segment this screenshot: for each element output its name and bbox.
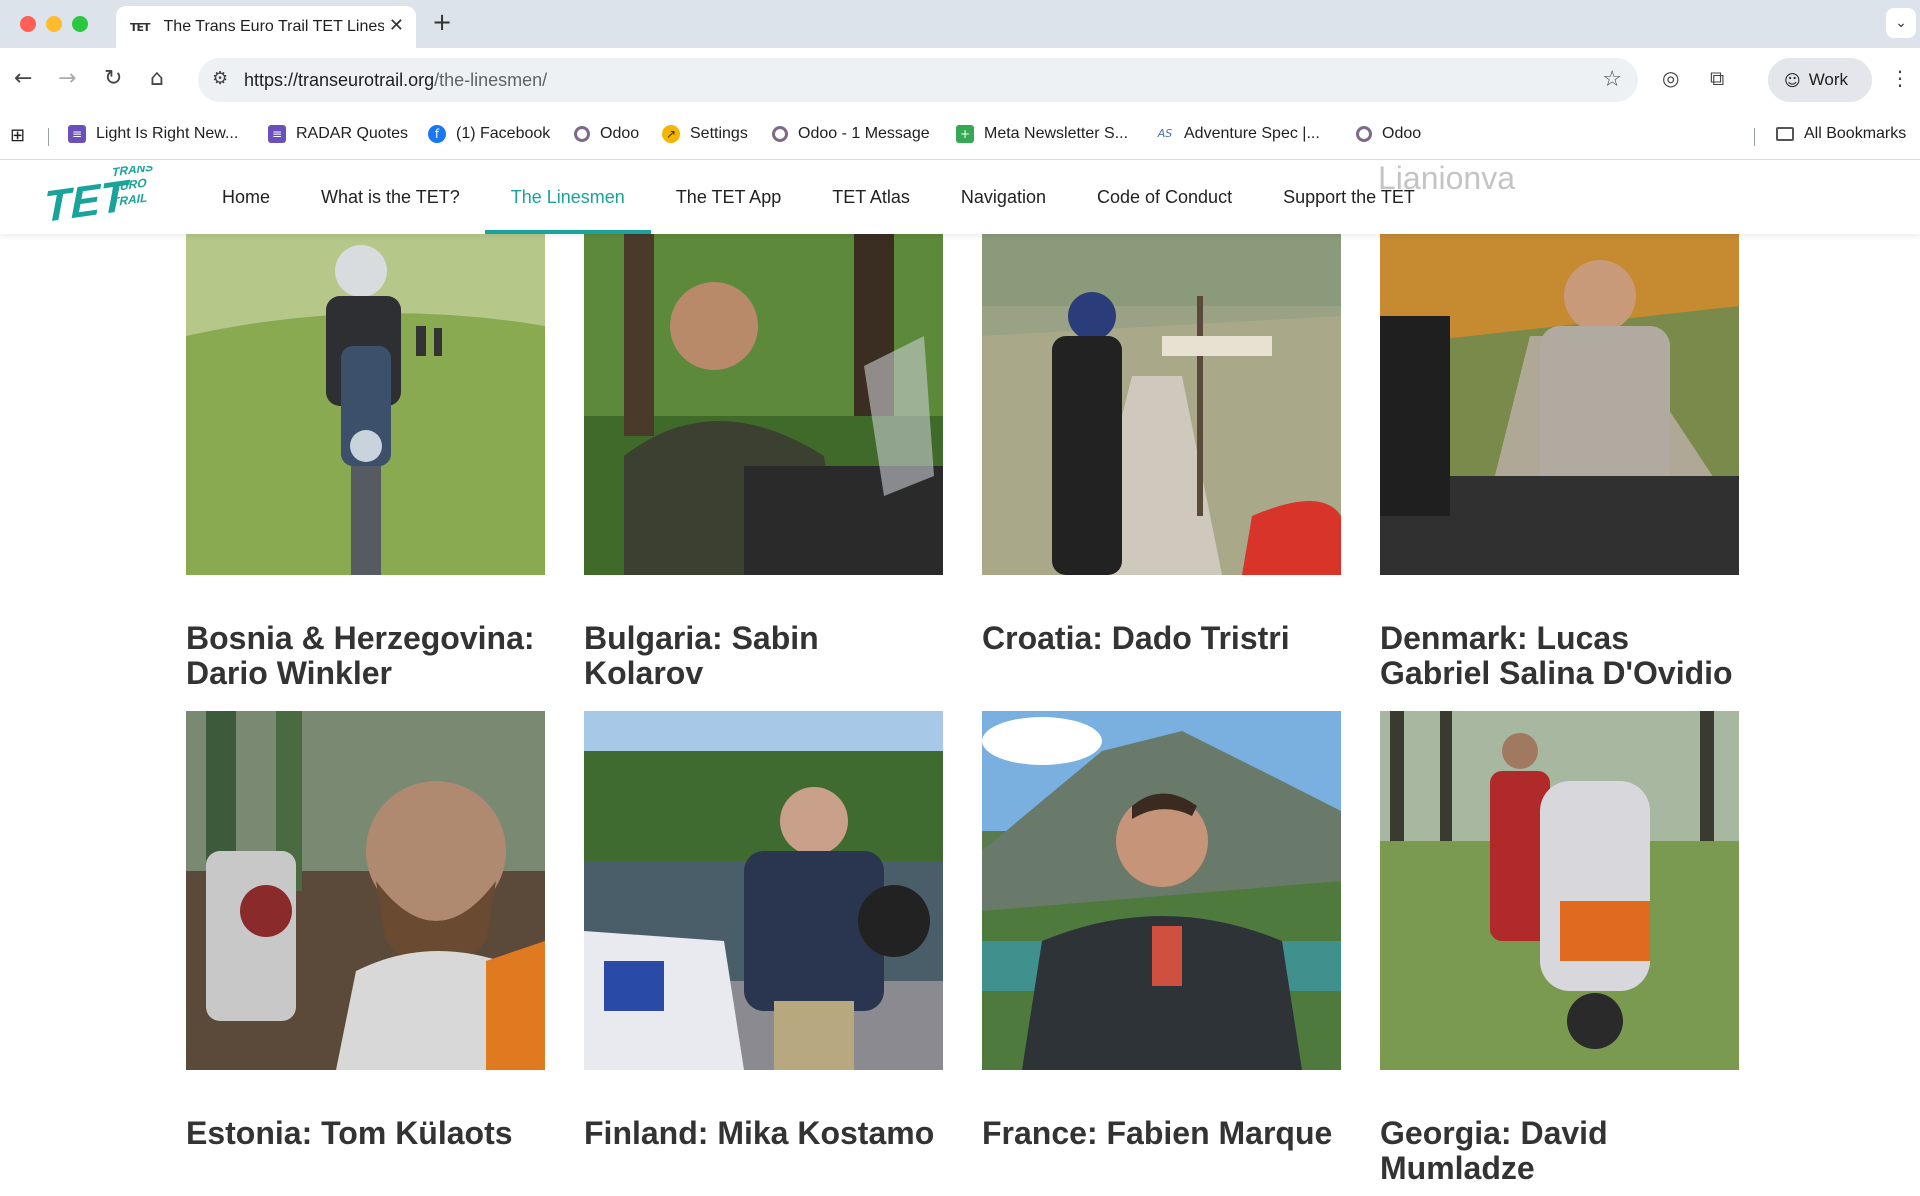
linesman-photo[interactable] — [186, 711, 545, 1070]
tab-search-chevron-icon[interactable]: ⌄ — [1886, 8, 1916, 38]
tab-title: The Trans Euro Trail TET Linesmen — [163, 18, 384, 35]
back-arrow-icon[interactable]: ← — [14, 66, 32, 91]
linesman-card[interactable]: France: Fabien Marque — [982, 711, 1341, 1151]
new-tab-plus-icon[interactable]: + — [432, 8, 452, 36]
bookmarks-bar: ⊞ ≡ Light Is Right New... ≡ RADAR Quotes f… — [0, 112, 1920, 160]
linesman-title[interactable]: Finland: Mika Kostamo — [584, 1116, 943, 1151]
linesman-title[interactable]: Denmark: Lucas Gabriel Salina D'Ovidio — [1380, 621, 1739, 691]
all-bookmarks-button[interactable]: All Bookmarks — [1776, 125, 1906, 143]
linesman-photo[interactable] — [1380, 711, 1739, 1070]
apps-grid-icon[interactable]: ⊞ — [10, 125, 25, 146]
linesman-title[interactable]: France: Fabien Marque — [982, 1116, 1341, 1151]
main-nav: Home What is the TET? The Linesmen The T… — [222, 160, 1466, 234]
linesman-title[interactable]: Estonia: Tom Külaots — [186, 1116, 545, 1151]
browser-menu-icon[interactable]: ⋮ — [1890, 66, 1910, 90]
browser-tabstrip: TET The Trans Euro Trail TET Linesmen ✕ … — [0, 0, 1920, 48]
list-icon: ≡ — [68, 125, 86, 143]
maximize-window-button[interactable] — [72, 16, 88, 32]
as-icon: AS — [1157, 127, 1173, 140]
bookmark-star-icon[interactable]: ☆ — [1602, 67, 1622, 92]
url-path: /the-linesmen/ — [434, 70, 548, 90]
bookmark-odoo[interactable]: Odoo — [574, 125, 639, 143]
bookmark-odoo-message[interactable]: Odoo - 1 Message — [772, 125, 930, 143]
profile-button[interactable]: ☺ Work — [1768, 58, 1872, 102]
bookmark-light-is-right[interactable]: ≡ Light Is Right New... — [68, 125, 238, 143]
linesman-photo[interactable] — [982, 216, 1341, 575]
bookmark-label: (1) Facebook — [456, 125, 551, 142]
bookmark-settings[interactable]: ↗ Settings — [662, 125, 748, 143]
bookmark-odoo-2[interactable]: Odoo — [1356, 125, 1421, 143]
linesman-photo[interactable] — [186, 216, 545, 575]
address-bar[interactable]: ⚙ https://transeurotrail.org/the-linesme… — [198, 58, 1638, 102]
nav-navigation[interactable]: Navigation — [961, 160, 1046, 234]
linesman-card[interactable]: Georgia: David Mumladze — [1380, 711, 1739, 1186]
settings-icon: ↗ — [662, 125, 680, 143]
linesman-photo[interactable] — [584, 216, 943, 575]
nav-tet-atlas[interactable]: TET Atlas — [832, 160, 910, 234]
all-bookmarks-label: All Bookmarks — [1804, 125, 1907, 142]
bookmark-separator — [1754, 128, 1755, 146]
linesman-card[interactable]: Bulgaria: Sabin Kolarov — [584, 216, 943, 691]
facebook-icon: f — [428, 125, 446, 143]
linesman-card[interactable]: Denmark: Lucas Gabriel Salina D'Ovidio — [1380, 216, 1739, 691]
forward-arrow-icon[interactable]: → — [58, 66, 76, 91]
bookmark-separator — [48, 128, 49, 146]
site-header: TET TRANS EURO TRAIL Home What is the TE… — [0, 160, 1920, 234]
profile-label: Work — [1808, 70, 1849, 89]
tet-favicon-icon: TET — [130, 20, 151, 34]
nav-home[interactable]: Home — [222, 160, 270, 234]
linesman-card[interactable]: Estonia: Tom Külaots — [186, 711, 545, 1151]
bookmark-label: Odoo - 1 Message — [798, 125, 930, 142]
home-icon[interactable]: ⌂ — [150, 66, 164, 91]
odoo-icon — [772, 126, 788, 142]
reload-icon[interactable]: ↻ — [104, 66, 122, 91]
web-page: TET TRANS EURO TRAIL Home What is the TE… — [0, 160, 1920, 1196]
list-icon: ≡ — [268, 125, 286, 143]
linesman-photo[interactable] — [1380, 216, 1739, 575]
linesman-photo[interactable] — [982, 711, 1341, 1070]
linesman-title[interactable]: Bulgaria: Sabin Kolarov — [584, 621, 943, 691]
site-info-icon[interactable]: ⚙ — [212, 68, 228, 89]
tet-logo[interactable]: TET TRANS EURO TRAIL — [44, 166, 156, 230]
extension-shield-icon[interactable]: ◎ — [1662, 66, 1679, 90]
close-window-button[interactable] — [20, 16, 36, 32]
linesman-card[interactable]: Bosnia & Herzegovina: Dario Winkler — [186, 216, 545, 691]
browser-toolbar: ← → ↻ ⌂ ⚙ https://transeurotrail.org/the… — [0, 48, 1920, 160]
url-text[interactable]: https://transeurotrail.org/the-linesmen/ — [244, 70, 547, 91]
linesman-card[interactable]: Croatia: Dado Tristri — [982, 216, 1341, 656]
linesman-card[interactable]: Finland: Mika Kostamo — [584, 711, 943, 1151]
nav-the-linesmen[interactable]: The Linesmen — [484, 160, 651, 234]
bookmark-facebook[interactable]: f (1) Facebook — [428, 125, 550, 143]
bookmark-label: RADAR Quotes — [296, 125, 409, 142]
bookmark-label: Odoo — [600, 125, 640, 142]
nav-code-of-conduct[interactable]: Code of Conduct — [1097, 160, 1232, 234]
url-host: https://transeurotrail.org — [244, 70, 435, 90]
bookmark-radar-quotes[interactable]: ≡ RADAR Quotes — [268, 125, 408, 143]
linesman-title[interactable]: Georgia: David Mumladze — [1380, 1116, 1739, 1186]
linesman-photo[interactable] — [584, 711, 943, 1070]
nav-what-is-tet[interactable]: What is the TET? — [321, 160, 460, 234]
bookmark-label: Odoo — [1382, 125, 1422, 142]
linesman-title[interactable]: Croatia: Dado Tristri — [982, 621, 1341, 656]
extensions-puzzle-icon[interactable]: ⧉ — [1710, 66, 1724, 90]
profile-icon: ☺ — [1784, 70, 1801, 90]
plus-icon: + — [956, 125, 974, 143]
scrolled-title-fragment: Lianionva — [1378, 160, 1515, 196]
tab-close-icon[interactable]: ✕ — [389, 15, 404, 36]
nav-tet-app[interactable]: The TET App — [676, 160, 781, 234]
bookmark-label: Adventure Spec |... — [1184, 125, 1320, 142]
bookmark-meta-newsletter[interactable]: + Meta Newsletter S... — [956, 125, 1128, 143]
bookmark-label: Settings — [690, 125, 748, 142]
linesman-title[interactable]: Bosnia & Herzegovina: Dario Winkler — [186, 621, 545, 691]
odoo-icon — [1356, 126, 1372, 142]
active-tab[interactable]: TET The Trans Euro Trail TET Linesmen ✕ — [116, 6, 416, 48]
folder-icon — [1776, 127, 1794, 141]
minimize-window-button[interactable] — [46, 16, 62, 32]
bookmark-label: Light Is Right New... — [96, 125, 239, 142]
odoo-icon — [574, 126, 590, 142]
bookmark-label: Meta Newsletter S... — [984, 125, 1129, 142]
bookmark-adventure-spec[interactable]: AS Adventure Spec |... — [1156, 125, 1320, 143]
